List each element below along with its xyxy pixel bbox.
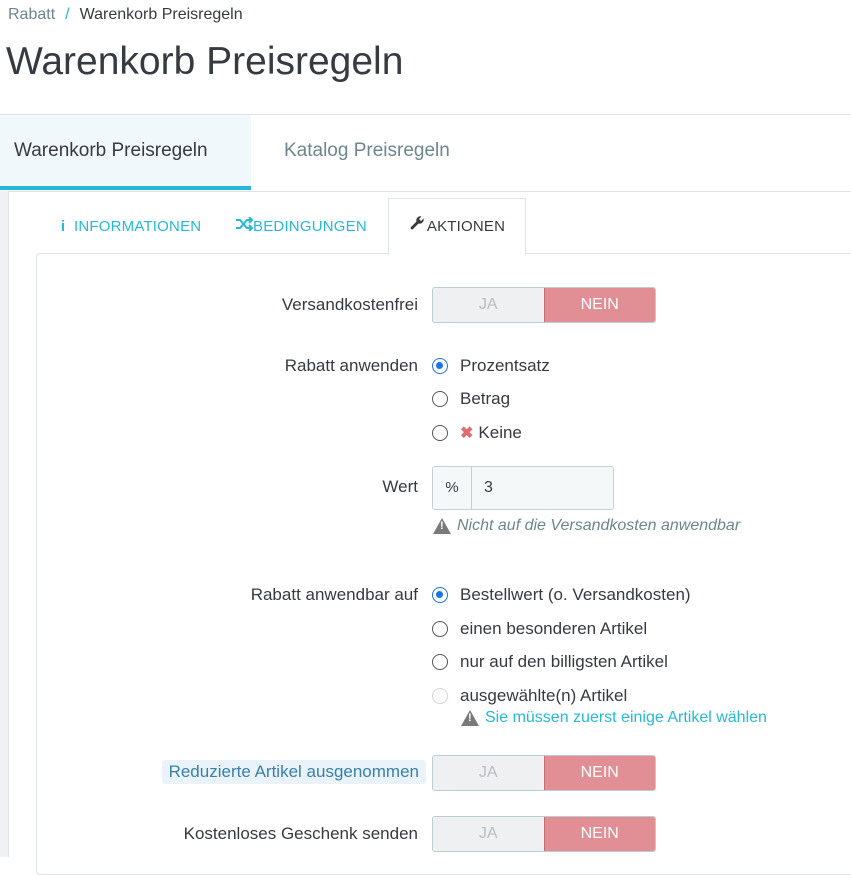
radio-order-value[interactable]: Bestellwert (o. Versandkosten) [432, 585, 691, 605]
breadcrumb: Rabatt / Warenkorb Preisregeln [8, 6, 243, 24]
breadcrumb-parent-link[interactable]: Rabatt [8, 6, 55, 23]
tab-informationen[interactable]: i INFORMATIONEN [56, 207, 201, 247]
free-shipping-no[interactable]: NEIN [543, 288, 655, 322]
apply-to-label: Rabatt anwendbar auf [250, 585, 418, 604]
free-gift-label: Kostenloses Geschenk senden [183, 824, 418, 843]
percent-addon: % [433, 467, 472, 509]
value-help-text: Nicht auf die Versandkosten anwendbar [457, 517, 741, 534]
free-gift-toggle[interactable]: JA NEIN [432, 816, 656, 852]
tab-bedingungen-label: BEDINGUNGEN [253, 218, 367, 235]
tab-catalog-rules[interactable]: Katalog Preisregeln [270, 115, 464, 190]
radio-button [432, 688, 448, 704]
value-label: Wert [382, 477, 418, 496]
free-shipping-label: Versandkostenfrei [281, 295, 418, 314]
exclude-discounted-yes[interactable]: JA [433, 756, 544, 790]
radio-percentage-label: Prozentsatz [460, 356, 550, 375]
free-gift-no[interactable]: NEIN [543, 817, 655, 851]
radio-cheapest-product[interactable]: nur auf den billigsten Artikel [432, 652, 668, 672]
radio-button[interactable] [432, 654, 448, 670]
wrench-icon [409, 199, 424, 255]
value-input[interactable]: 3 [472, 467, 613, 509]
radio-button[interactable] [432, 587, 448, 603]
breadcrumb-current: Warenkorb Preisregeln [79, 6, 243, 23]
value-help: Nicht auf die Versandkosten anwendbar [433, 517, 740, 535]
exclude-discounted-toggle[interactable]: JA NEIN [432, 755, 656, 791]
close-icon: ✖ [460, 425, 474, 442]
select-products-warning-text: Sie müssen zuerst einige Artikel wählen [485, 709, 767, 726]
radio-none[interactable]: ✖ Keine [432, 423, 522, 443]
tab-aktionen[interactable]: AKTIONEN [388, 198, 526, 255]
left-rail [0, 191, 9, 857]
radio-amount-label: Betrag [460, 389, 511, 408]
radio-button[interactable] [432, 358, 448, 374]
tab-bedingungen[interactable]: BEDINGUNGEN [235, 207, 367, 247]
radio-button[interactable] [432, 391, 448, 407]
radio-cheapest-product-label: nur auf den billigsten Artikel [460, 652, 668, 671]
radio-specific-product[interactable]: einen besonderen Artikel [432, 619, 647, 639]
info-icon: i [60, 218, 66, 235]
breadcrumb-separator: / [65, 6, 70, 23]
radio-none-label: Keine [478, 423, 522, 442]
top-tab-bar: Warenkorb Preisregeln Katalog Preisregel… [0, 114, 851, 192]
radio-selected-products: ausgewählte(n) Artikel [432, 686, 627, 706]
radio-specific-product-label: einen besonderen Artikel [460, 619, 648, 638]
page-title: Warenkorb Preisregeln [6, 40, 404, 83]
radio-percentage[interactable]: Prozentsatz [432, 356, 550, 376]
shuffle-icon [235, 207, 254, 247]
exclude-discounted-no[interactable]: NEIN [543, 756, 655, 790]
select-products-warning: Sie müssen zuerst einige Artikel wählen [461, 709, 767, 727]
warning-icon [461, 710, 479, 726]
tab-cart-rules[interactable]: Warenkorb Preisregeln [0, 115, 251, 190]
radio-button[interactable] [432, 621, 448, 637]
value-input-group: % 3 [432, 466, 614, 510]
exclude-discounted-label: Reduzierte Artikel ausgenommen [161, 760, 426, 784]
radio-order-value-label: Bestellwert (o. Versandkosten) [460, 585, 691, 604]
warning-icon [433, 518, 451, 534]
tab-aktionen-label: AKTIONEN [426, 218, 506, 235]
tab-informationen-label: INFORMATIONEN [74, 218, 202, 235]
radio-button[interactable] [432, 425, 448, 441]
radio-selected-products-label: ausgewählte(n) Artikel [460, 686, 628, 705]
free-shipping-toggle[interactable]: JA NEIN [432, 287, 656, 323]
free-shipping-yes[interactable]: JA [433, 288, 544, 322]
radio-amount[interactable]: Betrag [432, 389, 510, 409]
free-gift-yes[interactable]: JA [433, 817, 544, 851]
apply-discount-label: Rabatt anwenden [284, 356, 418, 375]
